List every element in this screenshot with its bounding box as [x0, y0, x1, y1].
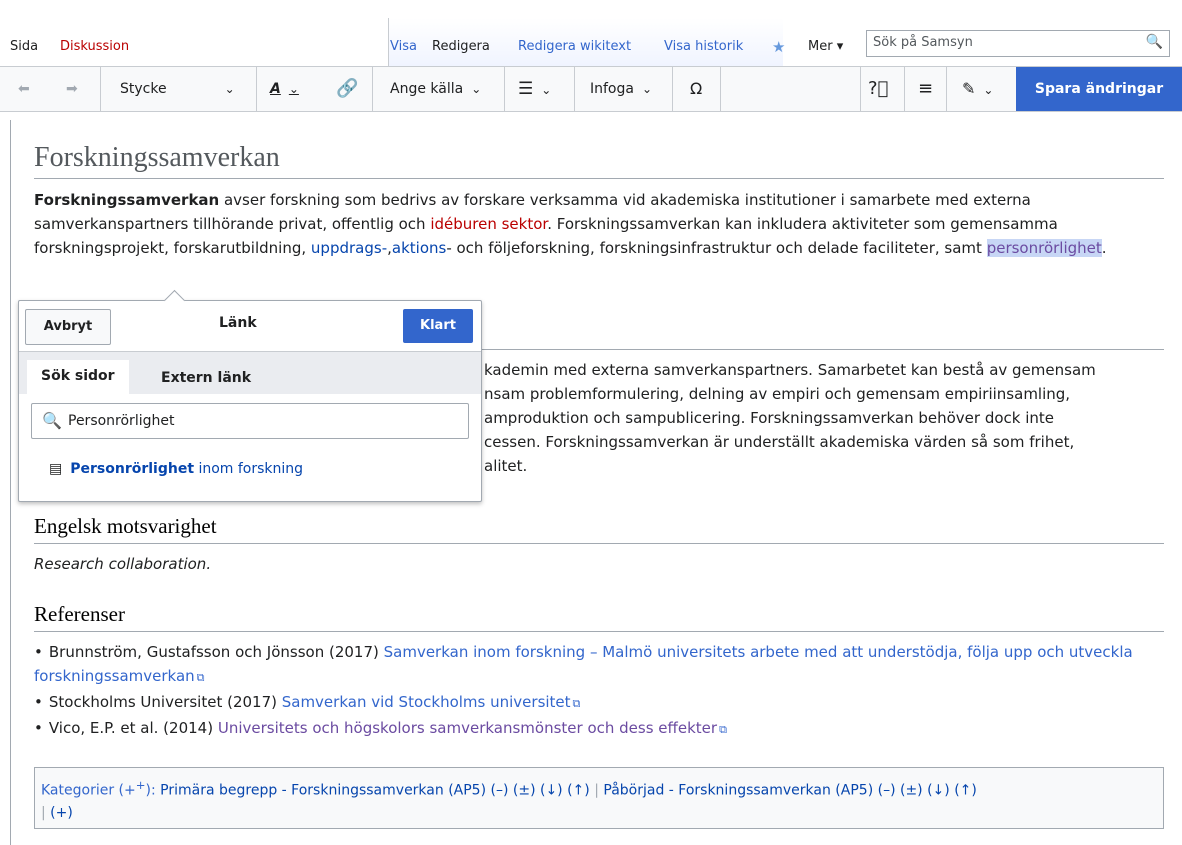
paragraph-format-dropdown[interactable]: Stycke ⌄ [120, 67, 235, 111]
tab-redigera-wikitext[interactable]: Redigera wikitext [514, 34, 635, 60]
editor-toolbar: ⬅ ➡ Stycke ⌄ A ⌄ 🔗 Ange källa ⌄ ☰ ⌄ Infoga ⌄ … [0, 66, 1182, 112]
link-aktions[interactable]: aktions [392, 239, 446, 257]
tab-search-pages[interactable]: Sök sidor [27, 360, 129, 394]
link-uppdrags[interactable]: uppdrags- [311, 239, 387, 257]
page-search-input[interactable]: 🔍 Personrörlighet [31, 403, 469, 439]
category-link-primara[interactable]: Primära begrepp - Forskningssamverkan (A… [160, 783, 486, 799]
external-link-icon: ⧉ [719, 723, 727, 736]
heading-referenser: Referenser [34, 602, 1164, 632]
add-category-button[interactable]: (+) [50, 805, 73, 821]
list-icon[interactable]: ☰ ⌄ [518, 67, 551, 111]
reference-list: Brunnström, Gustafsson och Jönsson (2017… [34, 640, 1154, 742]
reference-item: Brunnström, Gustafsson och Jönsson (2017… [34, 640, 1154, 690]
link-icon[interactable]: 🔗 [336, 67, 358, 111]
cite-dropdown[interactable]: Ange källa ⌄ [390, 67, 481, 111]
tab-sida[interactable]: Sida [6, 34, 42, 60]
tab-visa[interactable]: Visa [386, 34, 421, 60]
text-style-icon[interactable]: A ⌄ [270, 67, 299, 111]
undo-icon[interactable]: ⬅ [18, 67, 30, 111]
search-icon[interactable]: 🔍 [1146, 34, 1163, 50]
popup-header: Avbryt Länk Klart [19, 301, 481, 352]
page-options-menu-icon[interactable]: ≡ [918, 67, 933, 111]
link-inspector-popup: Avbryt Länk Klart Sök sidor Extern länk … [18, 289, 482, 502]
heading-engelsk-motsvarighet: Engelsk motsvarighet [34, 514, 1164, 544]
tab-diskussion[interactable]: Diskussion [56, 34, 133, 60]
redo-icon[interactable]: ➡ [66, 67, 78, 111]
reference-link[interactable]: Samverkan vid Stockholms universitet [282, 693, 571, 711]
category-ops[interactable]: (–) (±) (↓) (↑) [878, 783, 977, 799]
search-input[interactable]: Sök på Samsyn 🔍 [866, 30, 1170, 57]
section-heading-rule [480, 349, 1164, 350]
link-ideburen-sektor[interactable]: idéburen sektor [430, 215, 547, 233]
categories-label[interactable]: Kategorier (+ [41, 783, 136, 799]
popup-title: Länk [219, 315, 257, 331]
special-character-icon[interactable]: Ω [690, 67, 702, 111]
category-ops[interactable]: (–) (±) (↓) (↑) [491, 783, 590, 799]
top-navigation: Sida Diskussion Visa Redigera Redigera w… [0, 0, 1182, 66]
tab-redigera[interactable]: Redigera [428, 34, 494, 60]
insert-dropdown[interactable]: Infoga ⌄ [590, 67, 652, 111]
watch-star-icon[interactable]: ★ [768, 34, 789, 60]
reference-item: Stockholms Universitet (2017) Samverkan … [34, 690, 1154, 716]
bold-term: Forskningssamverkan [34, 191, 220, 209]
help-icon[interactable]: ?⃝ [868, 67, 888, 111]
english-term: Research collaboration. [34, 555, 212, 573]
reference-link[interactable]: Universitets och högskolors samverkansmö… [218, 719, 717, 737]
content-left-border [10, 120, 11, 845]
tab-mer[interactable]: Mer ▾ [804, 34, 847, 60]
tab-visa-historik[interactable]: Visa historik [660, 34, 747, 60]
edit-mode-pencil-icon[interactable]: ✎ ⌄ [962, 67, 993, 111]
reference-item: Vico, E.P. et al. (2014) Universitets oc… [34, 716, 1154, 742]
done-button[interactable]: Klart [403, 309, 473, 343]
save-changes-button[interactable]: Spara ändringar [1016, 67, 1182, 111]
selected-link-personrorlighet[interactable]: personrörlighet [986, 239, 1102, 257]
categories-box: Kategorier (++): Primära begrepp - Forsk… [34, 767, 1164, 829]
intro-paragraph: Forskningssamverkan avser forskning som … [34, 191, 1107, 257]
category-link-paborjad[interactable]: Påbörjad - Forskningssamverkan (AP5) [603, 783, 873, 799]
search-result-item[interactable]: ▤ Personrörlighet inom forskning [49, 461, 303, 477]
tab-external-link[interactable]: Extern länk [147, 362, 265, 394]
page-icon: ▤ [49, 461, 63, 477]
search-icon: 🔍 [42, 411, 62, 430]
popup-tabs: Sök sidor Extern länk [19, 352, 481, 394]
cancel-button[interactable]: Avbryt [25, 309, 111, 345]
external-link-icon: ⧉ [196, 671, 205, 684]
second-paragraph: kademin med externa samverkanspartners. … [484, 361, 1096, 475]
external-link-icon: ⧉ [572, 697, 581, 710]
page-title: Forskningssamverkan [34, 142, 1164, 179]
